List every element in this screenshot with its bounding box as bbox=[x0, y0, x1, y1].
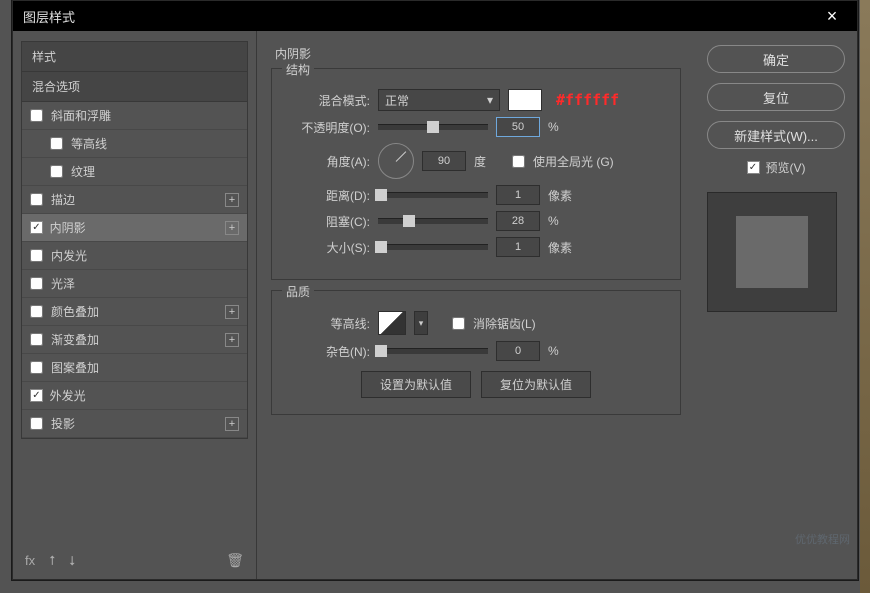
style-item-inner-shadow[interactable]: ✓ 内阴影+ bbox=[22, 214, 247, 242]
size-input[interactable] bbox=[496, 237, 540, 257]
make-default-button[interactable]: 设置为默认值 bbox=[361, 371, 471, 398]
angle-label: 角度(A): bbox=[284, 153, 370, 170]
global-light-label: 使用全局光 (G) bbox=[533, 153, 614, 170]
preview-swatch bbox=[736, 216, 808, 288]
style-item-satin[interactable]: 光泽 bbox=[22, 270, 247, 298]
checkbox[interactable] bbox=[50, 165, 63, 178]
reset-default-button[interactable]: 复位为默认值 bbox=[481, 371, 591, 398]
checkbox[interactable] bbox=[30, 361, 43, 374]
blend-mode-select[interactable]: 正常▾ bbox=[378, 89, 500, 111]
opacity-slider[interactable] bbox=[378, 124, 488, 130]
slider-thumb[interactable] bbox=[375, 345, 387, 357]
checkbox[interactable] bbox=[30, 305, 43, 318]
distance-label: 距离(D): bbox=[284, 187, 370, 204]
ok-button[interactable]: 确定 bbox=[707, 45, 845, 73]
checkbox[interactable]: ✓ bbox=[30, 221, 43, 234]
down-arrow-icon[interactable]: ⭣ bbox=[69, 553, 75, 569]
noise-slider[interactable] bbox=[378, 348, 488, 354]
checkbox[interactable] bbox=[30, 277, 43, 290]
titlebar: 图层样式 × bbox=[13, 1, 857, 31]
hex-annotation: #ffffff bbox=[556, 91, 619, 109]
style-item-drop-shadow[interactable]: 投影+ bbox=[22, 410, 247, 438]
panel-title: 内阴影 bbox=[275, 45, 681, 62]
checkbox[interactable] bbox=[30, 109, 43, 122]
noise-label: 杂色(N): bbox=[284, 343, 370, 360]
opacity-label: 不透明度(O): bbox=[284, 119, 370, 136]
angle-dial[interactable] bbox=[378, 143, 414, 179]
cancel-button[interactable]: 复位 bbox=[707, 83, 845, 111]
style-item-stroke[interactable]: 描边+ bbox=[22, 186, 247, 214]
settings-panel: 内阴影 结构 混合模式: 正常▾ #ffffff 不透明度(O): % 角度(A… bbox=[257, 31, 695, 579]
checkbox[interactable] bbox=[50, 137, 63, 150]
slider-thumb[interactable] bbox=[375, 189, 387, 201]
styles-sidebar: 样式 混合选项 斜面和浮雕 等高线 纹理 描边+ ✓ 内阴影+ 内发光 光泽 颜… bbox=[13, 31, 257, 579]
style-item-color-overlay[interactable]: 颜色叠加+ bbox=[22, 298, 247, 326]
slider-thumb[interactable] bbox=[375, 241, 387, 253]
slider-thumb[interactable] bbox=[427, 121, 439, 133]
size-label: 大小(S): bbox=[284, 239, 370, 256]
choke-input[interactable] bbox=[496, 211, 540, 231]
chevron-down-icon[interactable]: ▾ bbox=[414, 311, 428, 335]
choke-slider[interactable] bbox=[378, 218, 488, 224]
noise-input[interactable] bbox=[496, 341, 540, 361]
structure-fieldset: 结构 混合模式: 正常▾ #ffffff 不透明度(O): % 角度(A): bbox=[271, 68, 681, 280]
style-item-outer-glow[interactable]: ✓ 外发光 bbox=[22, 382, 247, 410]
chevron-down-icon: ▾ bbox=[487, 93, 493, 107]
action-column: 确定 复位 新建样式(W)... ✓ 预览(V) bbox=[695, 31, 857, 579]
preview-checkbox[interactable]: ✓ bbox=[747, 161, 760, 174]
plus-icon[interactable]: + bbox=[225, 305, 239, 319]
new-style-button[interactable]: 新建样式(W)... bbox=[707, 121, 845, 149]
choke-label: 阻塞(C): bbox=[284, 213, 370, 230]
slider-thumb[interactable] bbox=[403, 215, 415, 227]
antialias-checkbox[interactable] bbox=[452, 317, 465, 330]
contour-picker[interactable] bbox=[378, 311, 406, 335]
style-item-bevel[interactable]: 斜面和浮雕 bbox=[22, 102, 247, 130]
plus-icon[interactable]: + bbox=[225, 193, 239, 207]
close-icon[interactable]: × bbox=[817, 6, 847, 27]
layer-style-dialog: 图层样式 × 样式 混合选项 斜面和浮雕 等高线 纹理 描边+ ✓ 内阴影+ 内… bbox=[12, 0, 858, 580]
style-item-gradient-overlay[interactable]: 渐变叠加+ bbox=[22, 326, 247, 354]
up-arrow-icon[interactable]: ⭡ bbox=[49, 553, 55, 569]
style-item-pattern-overlay[interactable]: 图案叠加 bbox=[22, 354, 247, 382]
checkbox[interactable] bbox=[30, 193, 43, 206]
size-slider[interactable] bbox=[378, 244, 488, 250]
global-light-checkbox[interactable] bbox=[512, 155, 525, 168]
opacity-input[interactable] bbox=[496, 117, 540, 137]
quality-fieldset: 品质 等高线: ▾ 消除锯齿(L) 杂色(N): % 设置为默认值 bbox=[271, 290, 681, 415]
style-item-contour[interactable]: 等高线 bbox=[22, 130, 247, 158]
contour-label: 等高线: bbox=[284, 315, 370, 332]
style-item-texture[interactable]: 纹理 bbox=[22, 158, 247, 186]
trash-icon[interactable]: 🗑 bbox=[226, 552, 244, 569]
style-item-inner-glow[interactable]: 内发光 bbox=[22, 242, 247, 270]
plus-icon[interactable]: + bbox=[225, 333, 239, 347]
checkbox[interactable] bbox=[30, 417, 43, 430]
sidebar-header-styles[interactable]: 样式 bbox=[22, 42, 247, 72]
distance-slider[interactable] bbox=[378, 192, 488, 198]
distance-input[interactable] bbox=[496, 185, 540, 205]
plus-icon[interactable]: + bbox=[225, 417, 239, 431]
angle-input[interactable] bbox=[422, 151, 466, 171]
color-swatch[interactable] bbox=[508, 89, 542, 111]
fx-menu-icon[interactable]: fx bbox=[25, 553, 35, 568]
checkbox[interactable] bbox=[30, 333, 43, 346]
checkbox[interactable] bbox=[30, 249, 43, 262]
sidebar-header-blend[interactable]: 混合选项 bbox=[22, 72, 247, 102]
antialias-label: 消除锯齿(L) bbox=[473, 315, 536, 332]
preview-box bbox=[707, 192, 837, 312]
plus-icon[interactable]: + bbox=[225, 221, 239, 235]
blend-mode-label: 混合模式: bbox=[284, 92, 370, 109]
dialog-title: 图层样式 bbox=[23, 7, 75, 26]
watermark: 优优教程网 bbox=[795, 531, 850, 547]
preview-label: 预览(V) bbox=[766, 159, 806, 176]
checkbox[interactable]: ✓ bbox=[30, 389, 43, 402]
